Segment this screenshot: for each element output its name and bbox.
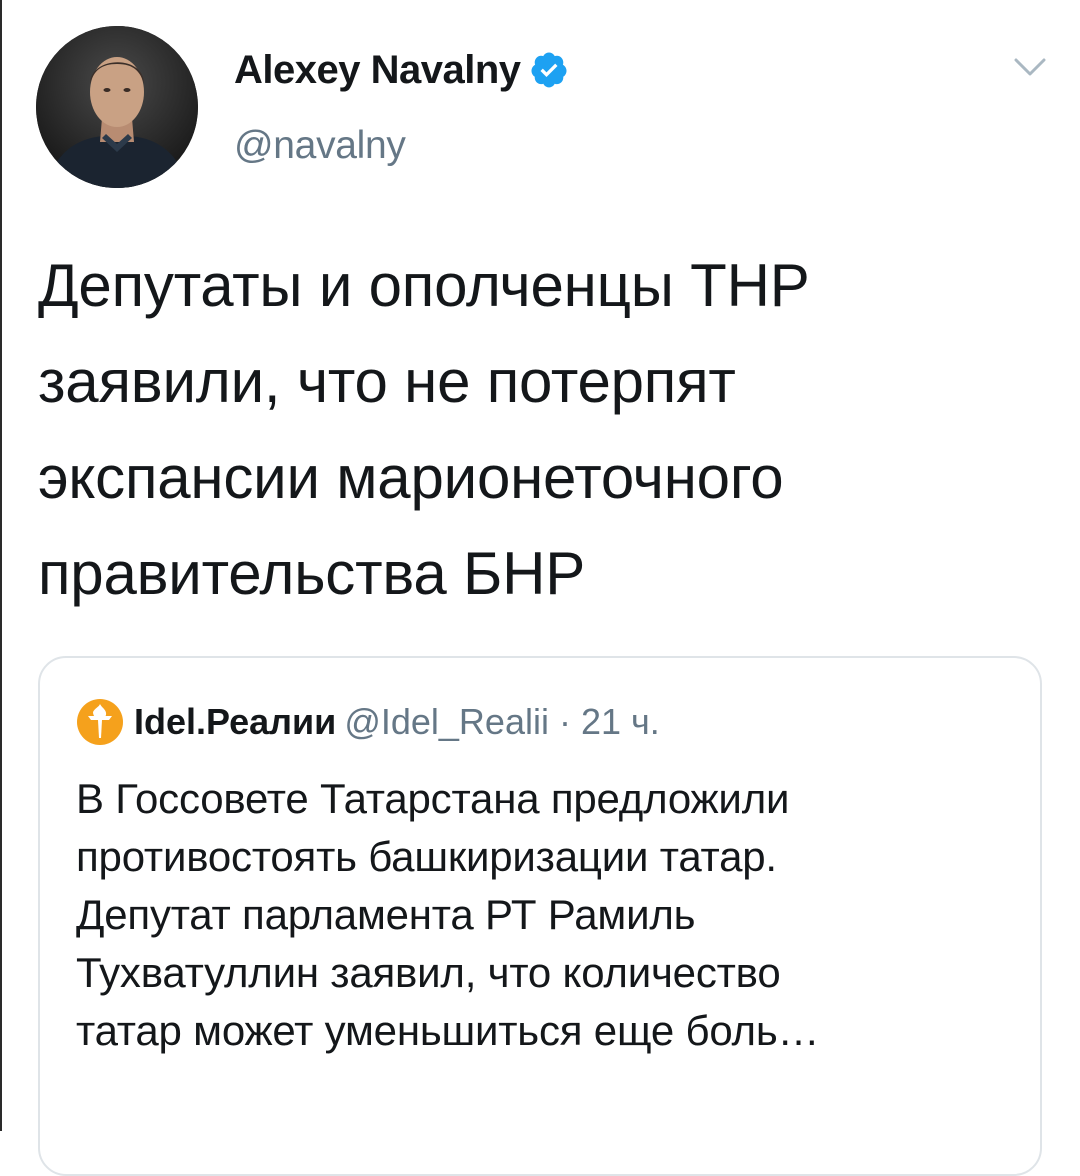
quoted-timestamp[interactable]: 21 ч. <box>581 701 660 743</box>
quoted-tweet-card[interactable]: Idel.Реалии @Idel_Realii · 21 ч. В Госсо… <box>38 656 1042 1176</box>
tweet-text: Депутаты и ополченцы ТНР заявили, что не… <box>38 252 810 607</box>
chevron-down-icon[interactable] <box>1010 52 1050 82</box>
quoted-tweet-header: Idel.Реалии @Idel_Realii · 21 ч. <box>76 696 660 748</box>
avatar[interactable] <box>36 26 198 188</box>
meta-separator: · <box>558 701 571 742</box>
avatar-photo <box>36 26 198 188</box>
quoted-author-handle[interactable]: @Idel_Realii <box>344 701 549 743</box>
quoted-tweet-text: В Госсовете Татарстана предложили против… <box>76 775 820 1054</box>
quoted-author-name[interactable]: Idel.Реалии <box>134 701 336 743</box>
author-name-row: Alexey Navalny <box>234 40 569 100</box>
verified-badge-icon <box>529 50 569 90</box>
torch-logo-icon <box>76 698 124 746</box>
tweet: Alexey Navalny @navalny Депутаты и ополч… <box>0 0 1080 1176</box>
author-handle[interactable]: @navalny <box>234 124 406 168</box>
author-name[interactable]: Alexey Navalny <box>234 48 521 93</box>
